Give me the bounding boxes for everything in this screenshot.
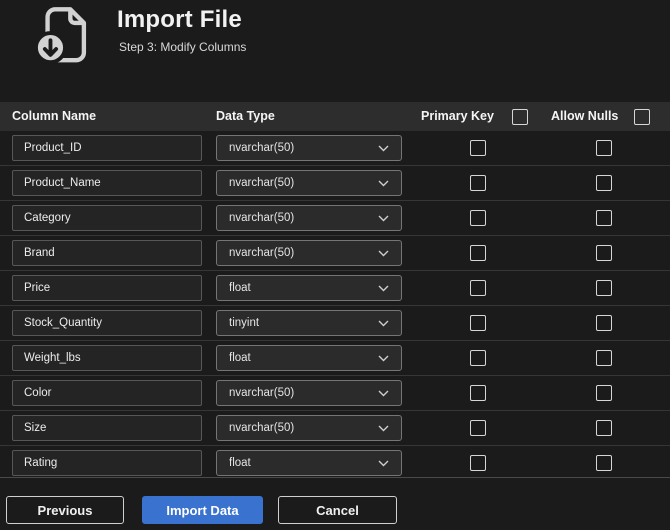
chevron-down-icon (378, 145, 389, 151)
chevron-down-icon (378, 320, 389, 326)
import-file-dialog: Import File Step 3: Modify Columns Colum… (0, 0, 670, 530)
data-type-value: nvarchar(50) (229, 422, 295, 434)
chevron-down-icon (378, 425, 389, 431)
allow-nulls-checkbox[interactable] (596, 210, 612, 226)
allow-nulls-checkbox[interactable] (596, 245, 612, 261)
table-row: nvarchar(50) (0, 411, 670, 446)
column-name-input[interactable] (12, 205, 202, 231)
primary-key-checkbox[interactable] (470, 140, 486, 156)
column-name-input[interactable] (12, 345, 202, 371)
column-name-input[interactable] (12, 170, 202, 196)
chevron-down-icon (378, 355, 389, 361)
table-row: nvarchar(50) (0, 236, 670, 271)
table-row: float (0, 446, 670, 480)
chevron-down-icon (378, 285, 389, 291)
data-type-select[interactable]: float (216, 450, 402, 476)
import-data-button[interactable]: Import Data (142, 496, 263, 524)
table-row: tinyint (0, 306, 670, 341)
table-bottom-divider (0, 477, 670, 478)
table-header: Column Name Data Type Primary Key Allow … (0, 102, 670, 131)
column-name-input[interactable] (12, 380, 202, 406)
chevron-down-icon (378, 460, 389, 466)
data-type-select[interactable]: nvarchar(50) (216, 170, 402, 196)
data-type-value: nvarchar(50) (229, 212, 295, 224)
previous-button[interactable]: Previous (6, 496, 124, 524)
column-rows: nvarchar(50) nvarchar(50) nvarchar(50) (0, 131, 670, 480)
primary-key-checkbox[interactable] (470, 245, 486, 261)
data-type-value: nvarchar(50) (229, 387, 295, 399)
import-file-icon (34, 7, 87, 65)
data-type-value: nvarchar(50) (229, 142, 295, 154)
allow-nulls-checkbox[interactable] (596, 455, 612, 471)
data-type-value: tinyint (229, 317, 260, 329)
table-row: nvarchar(50) (0, 201, 670, 236)
column-name-input[interactable] (12, 415, 202, 441)
data-type-select[interactable]: tinyint (216, 310, 402, 336)
table-row: nvarchar(50) (0, 166, 670, 201)
primary-key-checkbox[interactable] (470, 350, 486, 366)
chevron-down-icon (378, 250, 389, 256)
column-header-data-type: Data Type (216, 109, 275, 123)
data-type-select[interactable]: float (216, 275, 402, 301)
table-row: float (0, 341, 670, 376)
allow-nulls-checkbox[interactable] (596, 140, 612, 156)
column-header-name: Column Name (12, 109, 97, 123)
data-type-select[interactable]: nvarchar(50) (216, 380, 402, 406)
data-type-value: nvarchar(50) (229, 247, 295, 259)
table-row: float (0, 271, 670, 306)
data-type-value: float (229, 352, 251, 364)
page-subtitle: Step 3: Modify Columns (119, 40, 247, 54)
column-name-input[interactable] (12, 135, 202, 161)
chevron-down-icon (378, 390, 389, 396)
column-header-primary-key: Primary Key (421, 109, 494, 123)
page-title: Import File (117, 6, 242, 33)
data-type-select[interactable]: nvarchar(50) (216, 240, 402, 266)
chevron-down-icon (378, 215, 389, 221)
primary-key-checkbox[interactable] (470, 280, 486, 296)
data-type-select[interactable]: nvarchar(50) (216, 205, 402, 231)
primary-key-checkbox[interactable] (470, 175, 486, 191)
allow-nulls-checkbox[interactable] (596, 350, 612, 366)
table-row: nvarchar(50) (0, 131, 670, 166)
primary-key-checkbox[interactable] (470, 210, 486, 226)
primary-key-checkbox[interactable] (470, 420, 486, 436)
data-type-value: nvarchar(50) (229, 177, 295, 189)
allow-nulls-select-all-checkbox[interactable] (634, 109, 650, 125)
primary-key-checkbox[interactable] (470, 385, 486, 401)
allow-nulls-checkbox[interactable] (596, 420, 612, 436)
allow-nulls-checkbox[interactable] (596, 385, 612, 401)
data-type-select[interactable]: nvarchar(50) (216, 135, 402, 161)
data-type-select[interactable]: nvarchar(50) (216, 415, 402, 441)
column-name-input[interactable] (12, 275, 202, 301)
allow-nulls-checkbox[interactable] (596, 280, 612, 296)
data-type-select[interactable]: float (216, 345, 402, 371)
data-type-value: float (229, 457, 251, 469)
allow-nulls-checkbox[interactable] (596, 315, 612, 331)
cancel-button[interactable]: Cancel (278, 496, 397, 524)
column-name-input[interactable] (12, 450, 202, 476)
table-row: nvarchar(50) (0, 376, 670, 411)
primary-key-checkbox[interactable] (470, 455, 486, 471)
column-header-allow-nulls: Allow Nulls (551, 109, 619, 123)
column-name-input[interactable] (12, 310, 202, 336)
allow-nulls-checkbox[interactable] (596, 175, 612, 191)
data-type-value: float (229, 282, 251, 294)
primary-key-select-all-checkbox[interactable] (512, 109, 528, 125)
primary-key-checkbox[interactable] (470, 315, 486, 331)
column-name-input[interactable] (12, 240, 202, 266)
chevron-down-icon (378, 180, 389, 186)
